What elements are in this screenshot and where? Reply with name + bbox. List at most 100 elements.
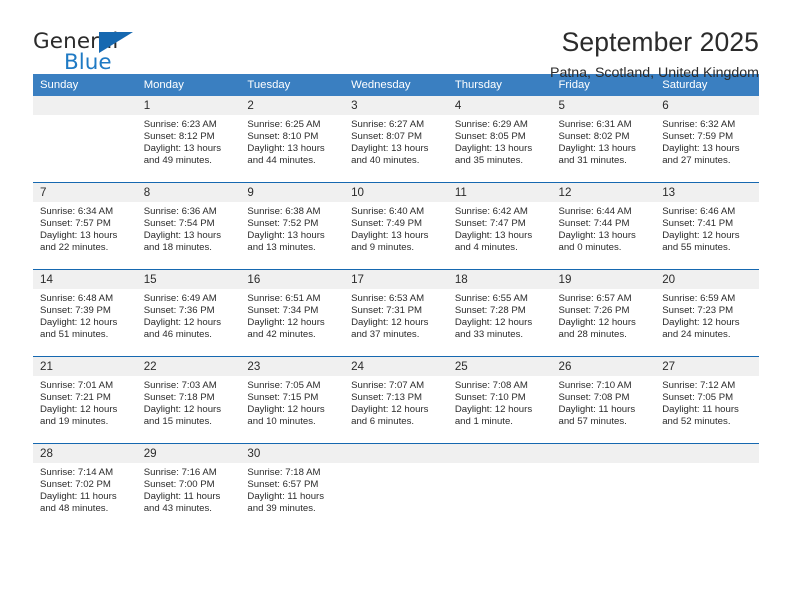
daylight-duration-line1: Daylight: 12 hours: [247, 404, 325, 416]
daylight-duration-line1: Daylight: 12 hours: [662, 230, 740, 242]
calendar-day-cell[interactable]: 16 Sunrise: 6:51 AM Sunset: 7:34 PM Dayligh…: [240, 269, 345, 357]
sunrise-time: Sunrise: 7:03 AM: [143, 380, 217, 391]
day-number: 1: [136, 96, 241, 115]
sunrise-time: Sunrise: 6:23 AM: [143, 119, 217, 130]
daylight-duration-line1: Daylight: 12 hours: [143, 317, 222, 329]
weekday-header-thursday: Thursday: [447, 74, 552, 96]
calendar-day-cell[interactable]: 11 Sunrise: 6:42 AM Sunset: 7:47 PM Dayligh…: [447, 182, 552, 270]
calendar-day-cell[interactable]: 21 Sunrise: 7:01 AM Sunset: 7:21 PM Dayligh…: [33, 356, 137, 444]
day-sun-info: Sunrise: 6:38 AM Sunset: 7:52 PM Daylight:…: [240, 202, 344, 254]
calendar-day-cell[interactable]: 10 Sunrise: 6:40 AM Sunset: 7:49 PM Dayligh…: [344, 182, 448, 270]
calendar-day-cell[interactable]: 18 Sunrise: 6:55 AM Sunset: 7:28 PM Dayligh…: [447, 269, 552, 357]
day-sun-info: Sunrise: 6:59 AM Sunset: 7:23 PM Daylight:…: [655, 289, 759, 341]
day-sun-info: Sunrise: 7:07 AM Sunset: 7:13 PM Daylight:…: [344, 376, 448, 428]
daylight-duration-line2: and 10 minutes.: [247, 416, 316, 428]
calendar-day-cell[interactable]: 23 Sunrise: 7:05 AM Sunset: 7:15 PM Dayligh…: [240, 356, 345, 444]
calendar-day-cell[interactable]: 27 Sunrise: 7:12 AM Sunset: 7:05 PM Dayligh…: [655, 356, 759, 444]
daylight-duration-line1: Daylight: 11 hours: [143, 491, 221, 503]
sunset-time: Sunset: 7:59 PM: [662, 131, 734, 143]
day-cell-inner: 19 Sunrise: 6:57 AM Sunset: 7:26 PM Dayligh…: [551, 270, 656, 356]
sunset-time: Sunset: 7:10 PM: [454, 392, 526, 404]
sunset-time: Sunset: 7:23 PM: [662, 305, 734, 317]
day-number: 18: [447, 270, 552, 289]
day-number: 12: [551, 183, 656, 202]
daylight-duration-line1: Daylight: 12 hours: [558, 317, 636, 329]
calendar-day-cell[interactable]: 8 Sunrise: 6:36 AM Sunset: 7:54 PM Daylight…: [136, 182, 241, 270]
day-sun-info: Sunrise: 6:23 AM Sunset: 8:12 PM Daylight:…: [137, 115, 241, 167]
day-number: 25: [447, 357, 552, 376]
calendar-day-cell[interactable]: 15 Sunrise: 6:49 AM Sunset: 7:36 PM Dayligh…: [136, 269, 241, 357]
day-number: 29: [136, 444, 241, 463]
calendar-day-cell[interactable]: 2 Sunrise: 6:25 AM Sunset: 8:10 PM Daylight…: [240, 96, 345, 183]
calendar-empty-cell: [551, 443, 656, 530]
day-sun-info: [655, 463, 759, 467]
calendar-day-cell[interactable]: 20 Sunrise: 6:59 AM Sunset: 7:23 PM Dayligh…: [655, 269, 759, 357]
daylight-duration-line2: and 49 minutes.: [143, 155, 212, 167]
sunrise-time: Sunrise: 7:18 AM: [247, 467, 321, 478]
calendar-day-cell[interactable]: 17 Sunrise: 6:53 AM Sunset: 7:31 PM Dayligh…: [344, 269, 448, 357]
calendar-day-cell[interactable]: 6 Sunrise: 6:32 AM Sunset: 7:59 PM Daylight…: [655, 96, 759, 183]
daylight-duration-line1: Daylight: 13 hours: [558, 143, 636, 155]
calendar-day-cell[interactable]: 5 Sunrise: 6:31 AM Sunset: 8:02 PM Daylight…: [551, 96, 656, 183]
day-cell-inner: 23 Sunrise: 7:05 AM Sunset: 7:15 PM Dayligh…: [240, 357, 345, 443]
sunrise-time: Sunrise: 6:57 AM: [558, 293, 632, 304]
calendar-day-cell[interactable]: 14 Sunrise: 6:48 AM Sunset: 7:39 PM Dayligh…: [33, 269, 137, 357]
day-cell-inner: 13 Sunrise: 6:46 AM Sunset: 7:41 PM Dayligh…: [655, 183, 759, 269]
brand-logo: General Blue: [33, 27, 143, 75]
daylight-duration-line2: and 15 minutes.: [143, 416, 212, 428]
day-cell-inner: 15 Sunrise: 6:49 AM Sunset: 7:36 PM Dayligh…: [136, 270, 241, 356]
calendar-day-cell[interactable]: 12 Sunrise: 6:44 AM Sunset: 7:44 PM Dayligh…: [551, 182, 656, 270]
day-cell-inner: 27 Sunrise: 7:12 AM Sunset: 7:05 PM Dayligh…: [655, 357, 759, 443]
calendar-day-cell[interactable]: 30 Sunrise: 7:18 AM Sunset: 6:57 PM Dayligh…: [240, 443, 345, 530]
sunrise-time: Sunrise: 6:49 AM: [143, 293, 217, 304]
day-number: 24: [344, 357, 448, 376]
daylight-duration-line1: Daylight: 12 hours: [247, 317, 325, 329]
day-cell-inner: [551, 444, 656, 530]
calendar-day-cell[interactable]: 28 Sunrise: 7:14 AM Sunset: 7:02 PM Dayligh…: [33, 443, 137, 530]
calendar-day-cell[interactable]: 26 Sunrise: 7:10 AM Sunset: 7:08 PM Dayligh…: [551, 356, 656, 444]
calendar-empty-cell: [33, 96, 137, 183]
page-header: General Blue September 2025 Patna, Scotl…: [33, 0, 759, 81]
day-sun-info: Sunrise: 7:01 AM Sunset: 7:21 PM Daylight:…: [33, 376, 137, 428]
day-sun-info: Sunrise: 6:40 AM Sunset: 7:49 PM Daylight:…: [344, 202, 448, 254]
daylight-duration-line1: Daylight: 11 hours: [558, 404, 636, 416]
daylight-duration-line2: and 51 minutes.: [40, 329, 109, 341]
day-cell-inner: 7 Sunrise: 6:34 AM Sunset: 7:57 PM Daylight…: [33, 183, 137, 269]
daylight-duration-line1: Daylight: 13 hours: [351, 230, 429, 242]
day-cell-inner: 22 Sunrise: 7:03 AM Sunset: 7:18 PM Dayligh…: [136, 357, 241, 443]
day-cell-inner: 4 Sunrise: 6:29 AM Sunset: 8:05 PM Daylight…: [447, 96, 552, 182]
day-number: [33, 96, 137, 115]
weekday-header-wednesday: Wednesday: [344, 74, 448, 96]
sunset-time: Sunset: 7:28 PM: [454, 305, 526, 317]
day-number: 10: [344, 183, 448, 202]
calendar-day-cell[interactable]: 25 Sunrise: 7:08 AM Sunset: 7:10 PM Dayligh…: [447, 356, 552, 444]
calendar-day-cell[interactable]: 13 Sunrise: 6:46 AM Sunset: 7:41 PM Dayligh…: [655, 182, 759, 270]
sunrise-time: Sunrise: 6:25 AM: [247, 119, 321, 130]
sunrise-time: Sunrise: 7:01 AM: [40, 380, 114, 391]
day-cell-inner: 9 Sunrise: 6:38 AM Sunset: 7:52 PM Daylight…: [240, 183, 345, 269]
sunrise-time: Sunrise: 7:12 AM: [662, 380, 736, 391]
calendar-day-cell[interactable]: 7 Sunrise: 6:34 AM Sunset: 7:57 PM Daylight…: [33, 182, 137, 270]
daylight-duration-line1: Daylight: 13 hours: [247, 230, 325, 242]
daylight-duration-line1: Daylight: 13 hours: [662, 143, 740, 155]
calendar-page: General Blue September 2025 Patna, Scotl…: [0, 0, 792, 612]
sunset-time: Sunset: 7:08 PM: [558, 392, 630, 404]
calendar-day-cell[interactable]: 1 Sunrise: 6:23 AM Sunset: 8:12 PM Daylight…: [136, 96, 241, 183]
calendar-day-cell[interactable]: 22 Sunrise: 7:03 AM Sunset: 7:18 PM Dayligh…: [136, 356, 241, 444]
calendar-day-cell[interactable]: 4 Sunrise: 6:29 AM Sunset: 8:05 PM Daylight…: [447, 96, 552, 183]
sunrise-time: Sunrise: 6:32 AM: [662, 119, 736, 130]
calendar-day-cell[interactable]: 19 Sunrise: 6:57 AM Sunset: 7:26 PM Dayligh…: [551, 269, 656, 357]
daylight-duration-line1: Daylight: 13 hours: [351, 143, 429, 155]
sunset-time: Sunset: 8:12 PM: [143, 131, 215, 143]
calendar-empty-cell: [655, 443, 759, 530]
calendar-day-cell[interactable]: 29 Sunrise: 7:16 AM Sunset: 7:00 PM Dayligh…: [136, 443, 241, 530]
day-number: 2: [240, 96, 345, 115]
daylight-duration-line1: Daylight: 13 hours: [558, 230, 636, 242]
sunset-time: Sunset: 7:34 PM: [247, 305, 319, 317]
calendar-day-cell[interactable]: 3 Sunrise: 6:27 AM Sunset: 8:07 PM Daylight…: [344, 96, 448, 183]
daylight-duration-line2: and 48 minutes.: [40, 503, 109, 515]
day-sun-info: [33, 115, 137, 119]
day-sun-info: Sunrise: 7:08 AM Sunset: 7:10 PM Daylight:…: [448, 376, 552, 428]
calendar-day-cell[interactable]: 24 Sunrise: 7:07 AM Sunset: 7:13 PM Dayligh…: [344, 356, 448, 444]
calendar-day-cell[interactable]: 9 Sunrise: 6:38 AM Sunset: 7:52 PM Daylight…: [240, 182, 345, 270]
